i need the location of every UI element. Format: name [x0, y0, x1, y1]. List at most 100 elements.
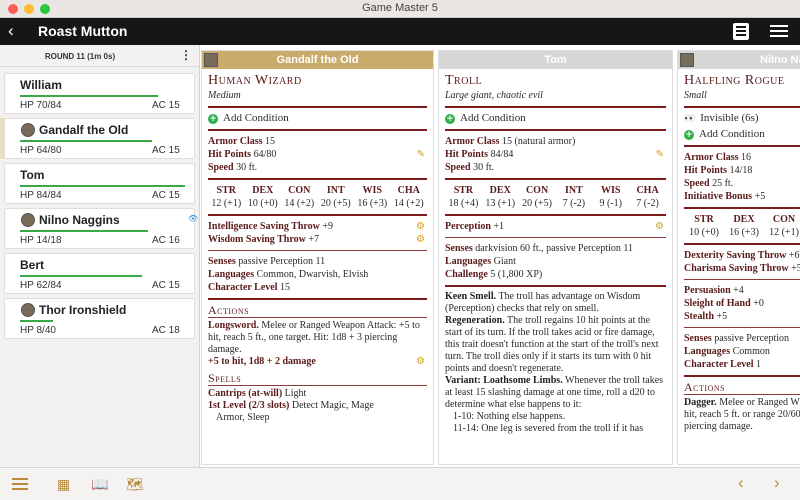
ability-con: CON 14 (+2)	[284, 185, 315, 209]
statblock-header-name: Gandalf the Old	[276, 54, 359, 66]
creature-subtitle: Small	[684, 90, 707, 101]
ability-scores: STR 18 (+4) DEX 13 (+1) CON 20 (+5) INT 7 (-…	[445, 184, 666, 210]
more-options-icon[interactable]: ⋮	[180, 49, 192, 61]
ability-str: STR 10 (+0)	[689, 214, 719, 238]
statblock-gandalf: Gandalf the Old Human Wizard Medium + Ad…	[201, 50, 434, 465]
plus-icon: +	[445, 113, 455, 124]
ability-wis: WIS 9 (-1)	[599, 185, 622, 209]
actions-heading: Actions	[208, 304, 427, 318]
wis-save-row: Wisdom Saving Throw +7 ⚙	[208, 233, 425, 246]
round-header: ROUND 11 (1m 0s) ⋮	[0, 45, 199, 67]
spells-heading: Spells	[208, 372, 427, 386]
combatant-name: Nilno Naggins	[39, 213, 120, 227]
list-menu-icon[interactable]	[12, 478, 28, 493]
edit-hp-pencil-icon[interactable]: ✎	[417, 148, 425, 161]
roll-dice-icon[interactable]: ⚙	[416, 220, 425, 233]
ability-dex: DEX 13 (+1)	[485, 185, 516, 209]
statblock-header[interactable]: Gandalf the Old	[202, 51, 433, 69]
combatant-name: Tom	[20, 168, 45, 182]
statblock-header-name: Nilno Na	[760, 54, 800, 66]
bottom-toolbar: ▦ 📖 🗺 ‹ ›	[0, 467, 800, 500]
hp-bar	[20, 320, 53, 322]
combatant-name: Thor Ironshield	[39, 303, 127, 317]
ability-cha: CHA 7 (-2)	[636, 185, 659, 209]
creature-subtitle: Medium	[208, 90, 241, 101]
window-titlebar: Game Master 5	[0, 0, 800, 18]
ability-con: CON 20 (+5)	[522, 185, 552, 209]
combatant-card-william[interactable]: William HP 70/84 AC 15	[4, 73, 195, 114]
encounter-title: Roast Mutton	[38, 23, 128, 39]
combatant-ac: AC 15	[152, 100, 180, 111]
roll-dice-icon[interactable]: ⚙	[416, 356, 425, 368]
ability-scores: STR 12 (+1) DEX 10 (+0) CON 14 (+2) INT 20 (…	[208, 184, 427, 210]
nilno-avatar	[21, 213, 35, 227]
ability-cha: CHA 14 (+2)	[393, 185, 424, 209]
roll-dice-icon[interactable]: ⚙	[655, 220, 664, 233]
statblock-header[interactable]: Nilno Na	[678, 51, 800, 69]
previous-turn-button[interactable]: ‹	[738, 474, 744, 492]
notes-icon[interactable]	[733, 23, 749, 40]
add-condition-button[interactable]: + Add Condition	[208, 112, 427, 125]
combatant-card-bert[interactable]: Bert HP 62/84 AC 15	[4, 253, 195, 294]
combatant-ac: AC 15	[152, 190, 180, 201]
ability-wis: WIS 16 (+3)	[357, 185, 388, 209]
attack-roll-row: +5 to hit, 1d8 + 2 damage ⚙	[208, 356, 425, 368]
hp-bar	[20, 275, 142, 277]
perception-row: Perception +1 ⚙	[445, 220, 664, 233]
dice-grid-icon[interactable]: ▦	[57, 477, 70, 491]
add-condition-button[interactable]: + Add Condition	[684, 128, 800, 141]
combatant-hp: HP 8/40	[20, 325, 56, 336]
gandalf-avatar	[21, 123, 35, 137]
plus-icon: +	[208, 113, 218, 124]
back-arrow-icon[interactable]: ‹	[8, 21, 14, 41]
menu-icon[interactable]	[770, 25, 788, 40]
round-label: ROUND 11 (1m 0s)	[44, 52, 116, 61]
hp-bar	[20, 185, 185, 187]
map-icon[interactable]: 🗺	[126, 477, 144, 491]
combatant-card-thor[interactable]: Thor Ironshield HP 8/40 AC 18	[4, 298, 195, 339]
thor-avatar	[21, 303, 35, 317]
creature-subtitle: Large giant, chaotic evil	[445, 90, 543, 101]
ability-scores: STR 10 (+0) DEX 16 (+3) CON 12 (+1)	[684, 213, 800, 239]
combatant-hp: HP 84/84	[20, 190, 62, 201]
combatant-card-tom[interactable]: Tom HP 84/84 AC 15	[4, 163, 195, 204]
combatant-name: William	[20, 78, 62, 92]
statblock-tom: Tom Troll Large giant, chaotic evil + Ad…	[438, 50, 673, 465]
ability-int: INT 7 (-2)	[562, 185, 586, 209]
hit-points-row: Hit Points 84/84 ✎	[445, 148, 664, 161]
combatant-hp: HP 14/18	[20, 235, 62, 246]
book-icon[interactable]: 📖	[91, 477, 108, 491]
roll-dice-icon[interactable]: ⚙	[416, 233, 425, 246]
gandalf-thumbnail	[204, 53, 218, 67]
combatant-ac: AC 15	[152, 145, 180, 156]
creature-title: Halfling Rogue	[684, 73, 785, 88]
add-condition-button[interactable]: + Add Condition	[445, 112, 666, 125]
combatant-ac: AC 15	[152, 280, 180, 291]
combatant-ac: AC 16	[152, 235, 180, 246]
hp-bar	[20, 95, 158, 97]
combatant-card-gandalf[interactable]: Gandalf the Old HP 64/80 AC 15	[4, 118, 195, 159]
edit-hp-pencil-icon[interactable]: ✎	[656, 148, 664, 161]
combatant-card-nilno[interactable]: Nilno Naggins 👁 HP 14/18 AC 16	[4, 208, 199, 249]
hp-bar	[20, 140, 152, 142]
creature-title: Human Wizard	[208, 73, 302, 88]
hit-points-row: Hit Points 64/80 ✎	[208, 148, 425, 161]
next-turn-button[interactable]: ›	[774, 474, 780, 492]
statblock-nilno: Nilno Na Halfling Rogue Small 👀 Invisibl…	[677, 50, 800, 465]
combatant-hp: HP 70/84	[20, 100, 62, 111]
statblock-header[interactable]: Tom	[439, 51, 672, 69]
actions-heading: Actions	[684, 381, 800, 395]
combatant-name: Gandalf the Old	[39, 123, 129, 137]
creature-title: Troll	[445, 73, 483, 88]
invisible-condition[interactable]: 👀 Invisible (6s)	[684, 112, 800, 125]
ability-dex: DEX 16 (+3)	[729, 214, 759, 238]
ability-str: STR 12 (+1)	[211, 185, 242, 209]
ability-dex: DEX 10 (+0)	[247, 185, 278, 209]
invisible-status-icon: 👁	[188, 214, 199, 223]
combatant-hp: HP 64/80	[20, 145, 62, 156]
combatant-ac: AC 18	[152, 325, 180, 336]
hp-bar	[20, 230, 148, 232]
ability-con: CON 12 (+1)	[769, 214, 799, 238]
nilno-thumbnail	[680, 53, 694, 67]
statblock-header-name: Tom	[544, 54, 567, 66]
